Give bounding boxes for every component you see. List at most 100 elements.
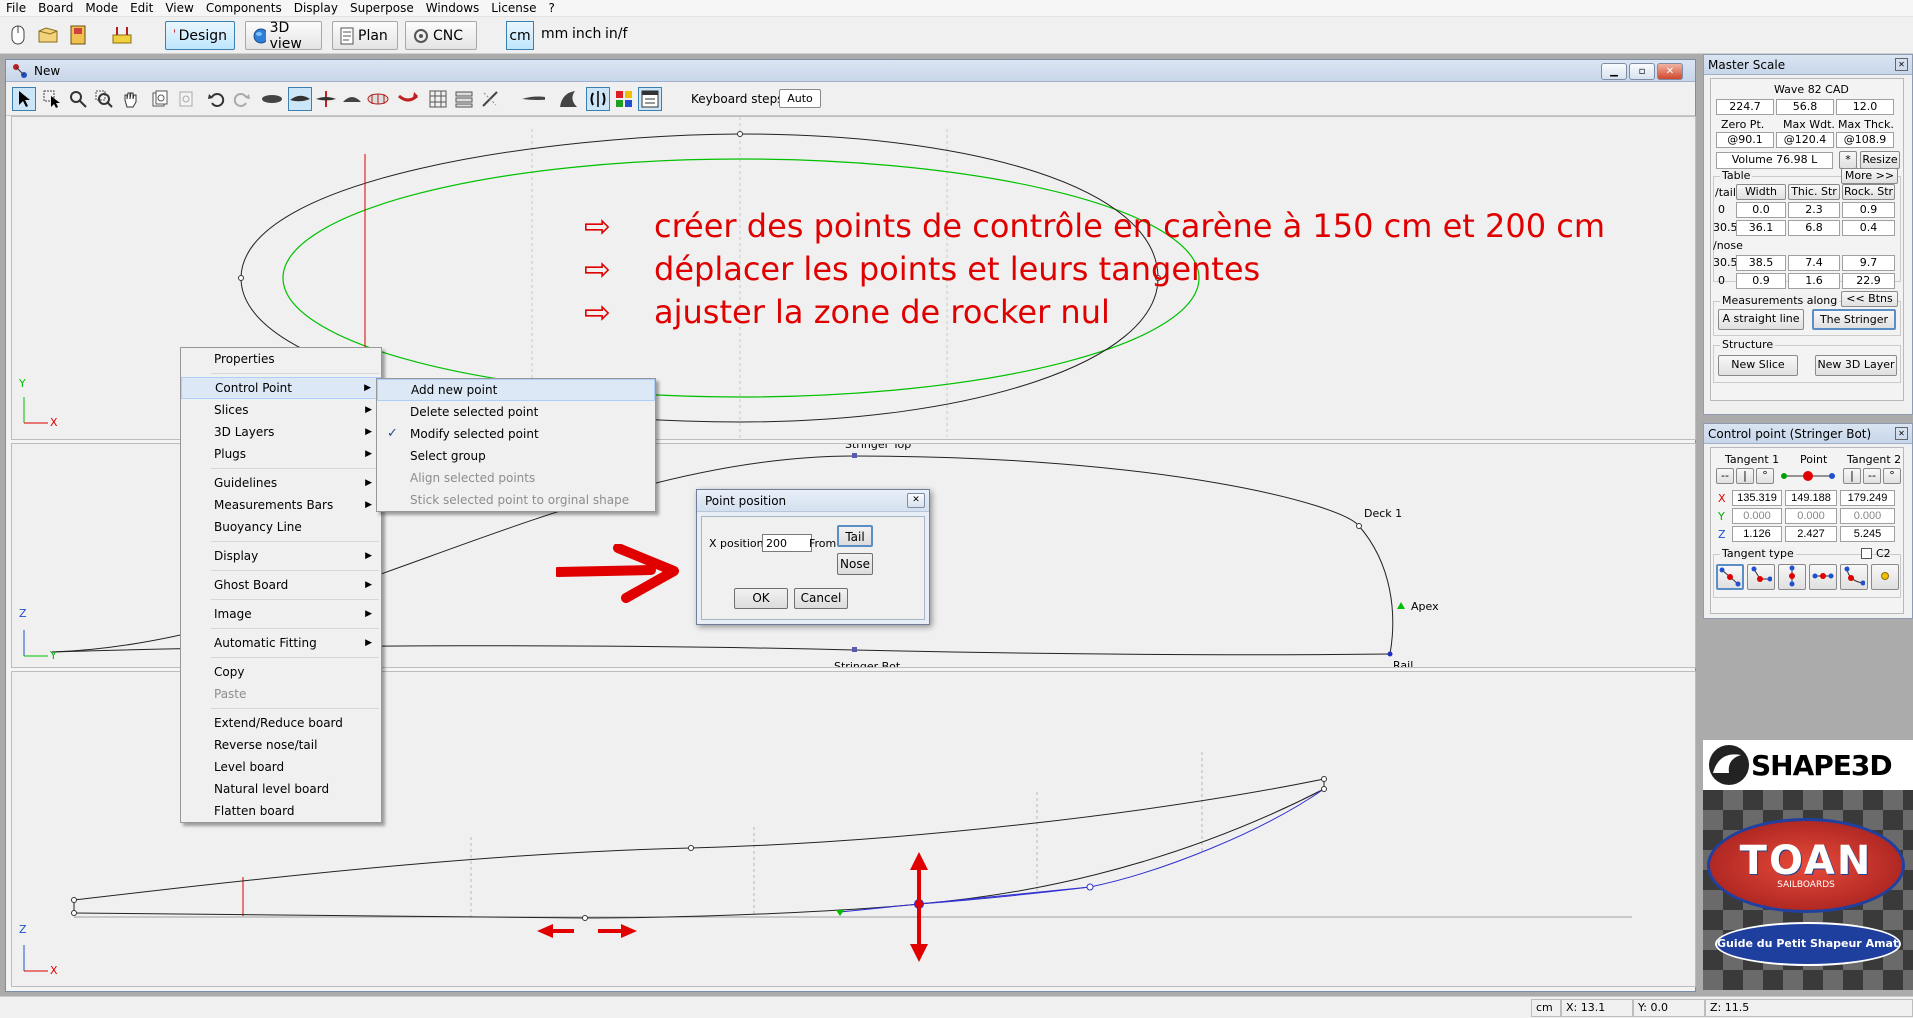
board-side-icon[interactable] [521,87,545,111]
context-menu-item[interactable]: Ghost Board ▶ [181,574,381,596]
redo-icon[interactable] [230,87,254,111]
context-menu-item[interactable]: Flatten board [181,800,381,822]
context-menu-item[interactable]: Natural level board [181,778,381,800]
stringer-button[interactable]: The Stringer [1812,309,1896,330]
tangent1-horizontal-button[interactable]: -- [1716,468,1734,484]
menu-mode[interactable]: Mode [79,0,124,16]
slice-view-icon[interactable] [314,87,338,111]
undo-icon[interactable] [204,87,228,111]
unit-inch-button[interactable]: inch [572,26,601,42]
resize-button[interactable]: Resize [1860,151,1900,169]
new-slice-button[interactable]: New Slice [1718,355,1798,376]
rocker-column-button[interactable]: Rock. Str [1842,184,1895,200]
c2-checkbox[interactable] [1861,548,1872,559]
context-menu-item[interactable]: Image ▶ [181,603,381,625]
context-menu-item[interactable]: 3D Layers ▶ [181,421,381,443]
menu-edit[interactable]: Edit [124,0,159,16]
stringer-view-icon[interactable] [288,87,312,111]
star-button[interactable]: * [1839,151,1857,169]
design-mode-button[interactable]: Design [165,21,235,50]
context-menu-item[interactable]: Display ▶ [181,545,381,567]
context-menu-item[interactable]: Measurements Bars ▶ [181,494,381,516]
fin-icon[interactable] [556,87,580,111]
tangent-vertical-button[interactable] [1778,564,1806,590]
tangent2-vertical-button[interactable]: | [1843,468,1861,484]
panel-close-icon[interactable]: ✕ [1895,58,1908,71]
point-y-input[interactable] [1785,508,1837,524]
tangent2-z-input[interactable] [1840,526,1895,542]
tangent1-y-input[interactable] [1732,508,1782,524]
context-menu-item[interactable]: Level board [181,756,381,778]
maximize-button[interactable]: ▫ [1629,63,1655,80]
plan-mode-button[interactable]: Plan [332,21,398,50]
menu-superpose[interactable]: Superpose [344,0,420,16]
panel-close-icon[interactable]: ✕ [1895,427,1908,440]
tangent1-z-input[interactable] [1732,526,1782,542]
select-arrow-icon[interactable] [12,87,36,111]
tangent2-x-input[interactable] [1840,490,1895,506]
submenu-item[interactable]: ✓ Modify selected point [377,423,655,445]
mouse-icon[interactable] [6,23,30,47]
thickness-column-button[interactable]: Thic. Str [1788,184,1840,200]
tangent-horizontal-button[interactable] [1809,564,1837,590]
unit-cm-button[interactable]: cm [506,21,534,50]
deck-view-icon[interactable] [340,87,364,111]
close-button[interactable]: ✕ [1657,63,1683,80]
tangent2-angle-button[interactable]: ° [1883,468,1901,484]
copy-view-icon[interactable] [148,87,172,111]
x-position-input[interactable] [762,534,812,552]
save-board-icon[interactable] [66,23,90,47]
properties-window-icon[interactable] [638,87,662,111]
tangent-curve-button[interactable] [1840,564,1868,590]
grid-icon[interactable] [426,87,450,111]
unit-inf-button[interactable]: in/f [605,26,627,42]
submenu-item[interactable]: Add new point [377,379,655,401]
pan-hand-icon[interactable] [118,87,142,111]
zoom-icon[interactable] [66,87,90,111]
color-palette-icon[interactable] [612,87,636,111]
open-board-icon[interactable] [36,23,60,47]
3d-view-mode-button[interactable]: 3D view [245,20,322,52]
tangent1-angle-button[interactable]: ° [1756,468,1774,484]
context-menu-item[interactable]: Reverse nose/tail [181,734,381,756]
buttons-toggle[interactable]: << Btns [1841,291,1898,307]
width-column-button[interactable]: Width [1736,184,1786,200]
layers-icon[interactable] [452,87,476,111]
ok-button[interactable]: OK [734,588,788,609]
point-x-input[interactable] [1785,490,1837,506]
unit-mm-button[interactable]: mm [541,26,568,42]
tangent2-horizontal-button[interactable]: -- [1863,468,1881,484]
paste-view-icon[interactable] [174,87,198,111]
context-menu-item[interactable]: Properties [181,348,381,370]
menu-file[interactable]: File [0,0,32,16]
cancel-button[interactable]: Cancel [794,588,848,609]
context-menu-item[interactable]: Control Point ▶ [181,377,381,399]
symmetry-icon[interactable] [586,87,610,111]
context-menu-item[interactable]: Automatic Fitting ▶ [181,632,381,654]
point-z-input[interactable] [1785,526,1837,542]
context-menu-item[interactable]: Guidelines ▶ [181,472,381,494]
tangent-free-button[interactable] [1716,564,1744,590]
menu-display[interactable]: Display [288,0,344,16]
measure-tool-icon[interactable] [110,23,134,47]
group-select-icon[interactable] [40,87,64,111]
menu-components[interactable]: Components [200,0,288,16]
from-nose-button[interactable]: Nose [837,553,873,575]
straight-line-button[interactable]: A straight line [1718,309,1804,330]
tangent-tool-icon[interactable] [478,87,502,111]
context-menu-item[interactable]: Slices ▶ [181,399,381,421]
menu-board[interactable]: Board [32,0,79,16]
menu-windows[interactable]: Windows [420,0,486,16]
minimize-button[interactable]: ▁ [1601,63,1627,80]
tangent1-vertical-button[interactable]: | [1736,468,1754,484]
cnc-mode-button[interactable]: CNC [405,21,477,50]
menu-view[interactable]: View [159,0,199,16]
tangent-corner-button[interactable] [1747,564,1775,590]
rocker-arrow-icon[interactable] [396,87,420,111]
dialog-close-button[interactable]: ✕ [907,493,925,508]
zoom-window-icon[interactable] [92,87,116,111]
outline-view-icon[interactable] [260,87,284,111]
context-menu-item[interactable]: Extend/Reduce board [181,712,381,734]
new-3d-layer-button[interactable]: New 3D Layer [1815,355,1897,376]
tangent-point-button[interactable] [1871,564,1899,590]
